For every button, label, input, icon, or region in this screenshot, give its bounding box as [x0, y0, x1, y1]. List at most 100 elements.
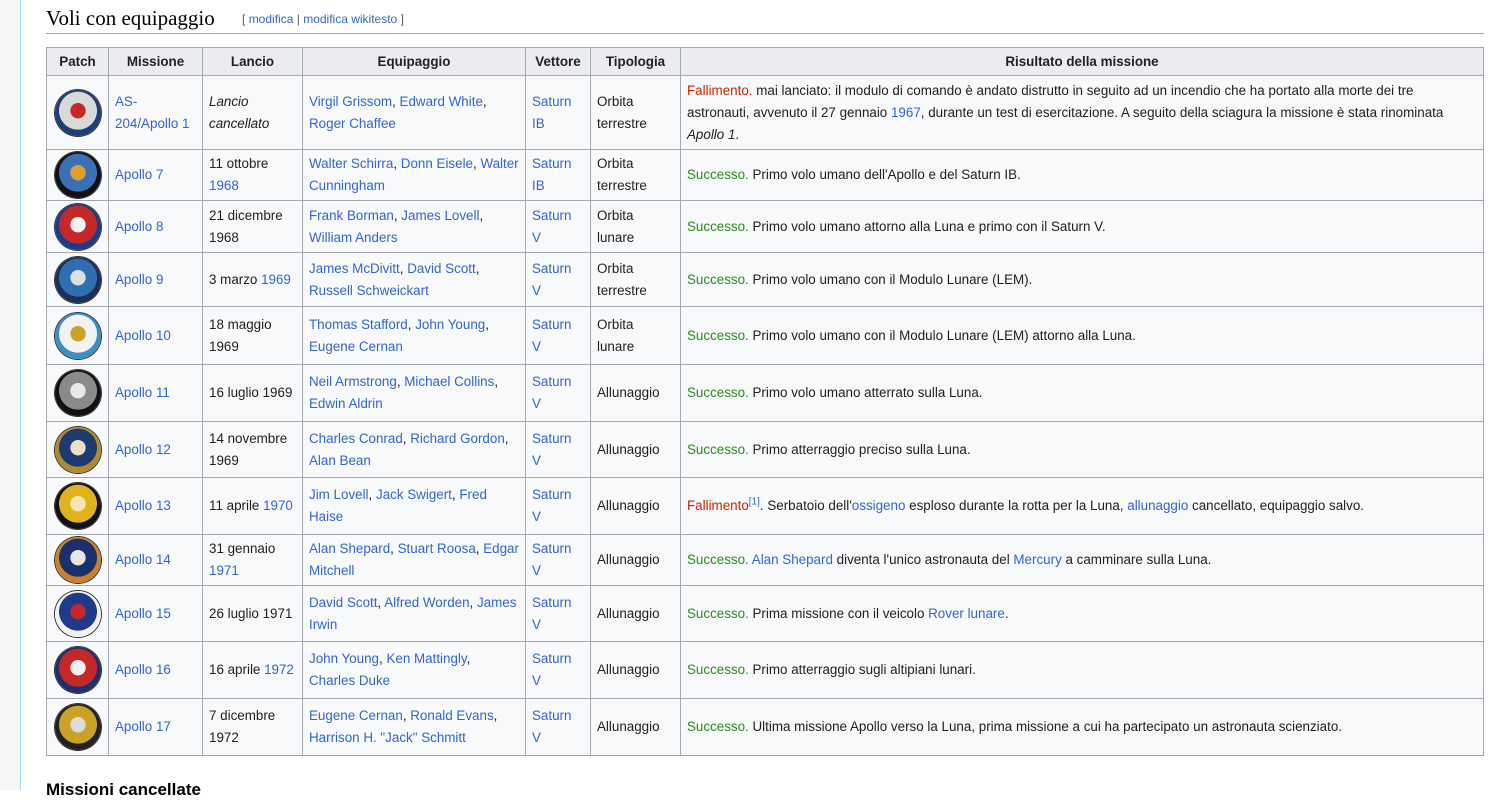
mission-link[interactable]: AS-204/Apollo 1 [115, 94, 189, 131]
type-cell: Orbita terrestre [590, 149, 681, 201]
edit-link[interactable]: modifica [249, 12, 294, 26]
text-link[interactable]: Richard Gordon [410, 431, 505, 446]
text-link[interactable]: Rover lunare [928, 606, 1005, 621]
result-cell: Successo. Ultima missione Apollo verso l… [680, 698, 1484, 756]
crew-cell: Neil Armstrong, Michael Collins, Edwin A… [302, 364, 526, 422]
mission-patch-icon[interactable] [54, 312, 101, 359]
text-link[interactable]: Neil Armstrong [309, 374, 397, 389]
mission-link[interactable]: Apollo 13 [115, 498, 171, 513]
mission-patch-icon[interactable] [54, 647, 101, 693]
mission-link[interactable]: Apollo 14 [115, 552, 171, 567]
vector-link[interactable]: Saturn V [532, 595, 571, 632]
text-link[interactable]: Eugene Cernan [309, 708, 403, 723]
text-link[interactable]: John Young [415, 317, 485, 332]
text-link[interactable]: David Scott [309, 595, 377, 610]
text-link[interactable]: Roger Chaffee [309, 116, 396, 131]
mission-patch-icon[interactable] [54, 370, 101, 416]
text-link[interactable]: 1970 [263, 498, 293, 513]
text-link[interactable]: Stuart Roosa [398, 541, 476, 556]
vector-link[interactable]: Saturn V [532, 317, 571, 354]
text-link[interactable]: Alan Shepard [752, 552, 833, 567]
header-vector[interactable]: Vettore [525, 47, 591, 76]
mission-patch-icon[interactable] [54, 426, 101, 473]
text-link[interactable]: Charles Conrad [309, 431, 403, 446]
text-link[interactable]: [1] [749, 497, 760, 508]
edit-wikitext-link[interactable]: modifica wikitesto [303, 12, 397, 26]
mission-link[interactable]: Apollo 11 [115, 385, 170, 400]
header-mission[interactable]: Missione [108, 47, 203, 76]
text-link[interactable]: Jack Swigert [376, 487, 452, 502]
table-row: AS-204/Apollo 1 Lancio cancellato Virgil G… [46, 75, 1484, 150]
text-link[interactable]: Harrison H. "Jack" Schmitt [309, 730, 466, 745]
launch-cell: 21 dicembre 1968 [202, 200, 303, 253]
text-link[interactable]: Eugene Cernan [309, 339, 403, 354]
mission-patch-icon[interactable] [54, 483, 101, 529]
text-link[interactable]: Edward White [400, 94, 483, 109]
status-success: Successo. [687, 271, 749, 287]
mission-patch-icon[interactable] [54, 89, 101, 136]
mission-link[interactable]: Apollo 16 [115, 662, 171, 677]
text-link[interactable]: William Anders [309, 230, 398, 245]
vector-link[interactable]: Saturn V [532, 208, 571, 245]
text-span: Apollo 1 [687, 126, 736, 142]
vector-link[interactable]: Saturn V [532, 541, 571, 578]
vector-link[interactable]: Saturn V [532, 487, 571, 524]
mission-link[interactable]: Apollo 9 [115, 272, 163, 287]
header-launch[interactable]: Lancio [202, 47, 303, 76]
text-link[interactable]: 1972 [264, 662, 294, 677]
text-link[interactable]: allunaggio [1127, 498, 1188, 513]
text-link[interactable]: Ronald Evans [410, 708, 493, 723]
text-link[interactable]: Thomas Stafford [309, 317, 408, 332]
mission-link[interactable]: Apollo 10 [115, 328, 171, 343]
mission-patch-icon[interactable] [54, 152, 101, 198]
text-link[interactable]: Alan Shepard [309, 541, 390, 556]
vector-link[interactable]: Saturn V [532, 431, 571, 468]
mission-patch-icon[interactable] [54, 704, 101, 750]
header-crew[interactable]: Equipaggio [302, 47, 526, 76]
text-link[interactable]: Russell Schweickart [309, 283, 429, 298]
vector-cell: Saturn V [525, 364, 591, 422]
text-link[interactable]: 1967 [891, 105, 921, 120]
vector-link[interactable]: Saturn IB [532, 156, 571, 193]
vector-link[interactable]: Saturn V [532, 651, 571, 688]
text-link[interactable]: 1968 [209, 178, 239, 193]
text-link[interactable]: Ken Mattingly [386, 651, 466, 666]
header-type[interactable]: Tipologia [590, 47, 681, 76]
text-link[interactable]: 1969 [261, 272, 291, 287]
mission-link[interactable]: Apollo 15 [115, 606, 171, 621]
text-link[interactable]: Donn Eisele [401, 156, 473, 171]
header-result[interactable]: Risultato della missione [680, 47, 1484, 76]
text-link[interactable]: Walter Schirra [309, 156, 393, 171]
vector-link[interactable]: Saturn IB [532, 94, 571, 131]
text-link[interactable]: Alfred Worden [384, 595, 469, 610]
table-row: Apollo 15 26 luglio 1971 David Scott, Alfr… [46, 585, 1484, 642]
text-link[interactable]: Charles Duke [309, 673, 390, 688]
mission-patch-icon[interactable] [54, 537, 101, 583]
patch-cell [46, 421, 109, 478]
text-link[interactable]: ossigeno [852, 498, 906, 513]
mission-link[interactable]: Apollo 17 [115, 719, 171, 734]
text-link[interactable]: Edwin Aldrin [309, 396, 383, 411]
header-patch[interactable]: Patch [46, 47, 109, 76]
vector-link[interactable]: Saturn V [532, 374, 571, 411]
vector-link[interactable]: Saturn V [532, 261, 571, 298]
text-link[interactable]: David Scott [407, 261, 475, 276]
text-link[interactable]: Mercury [1013, 552, 1061, 567]
text-link[interactable]: Frank Borman [309, 208, 394, 223]
text-link[interactable]: James McDivitt [309, 261, 400, 276]
text-link[interactable]: James Lovell [401, 208, 479, 223]
text-link[interactable]: Alan Bean [309, 453, 371, 468]
text-link[interactable]: John Young [309, 651, 379, 666]
mission-link[interactable]: Apollo 7 [115, 167, 163, 182]
text-span: 7 dicembre 1972 [209, 708, 276, 745]
text-link[interactable]: Virgil Grissom [309, 94, 392, 109]
mission-patch-icon[interactable] [54, 256, 101, 303]
text-link[interactable]: Jim Lovell [309, 487, 369, 502]
mission-link[interactable]: Apollo 8 [115, 219, 163, 234]
vector-link[interactable]: Saturn V [532, 708, 571, 745]
text-link[interactable]: Michael Collins [404, 374, 494, 389]
mission-patch-icon[interactable] [54, 203, 101, 250]
text-link[interactable]: 1971 [209, 563, 239, 578]
mission-patch-icon[interactable] [54, 590, 101, 637]
mission-link[interactable]: Apollo 12 [115, 442, 171, 457]
